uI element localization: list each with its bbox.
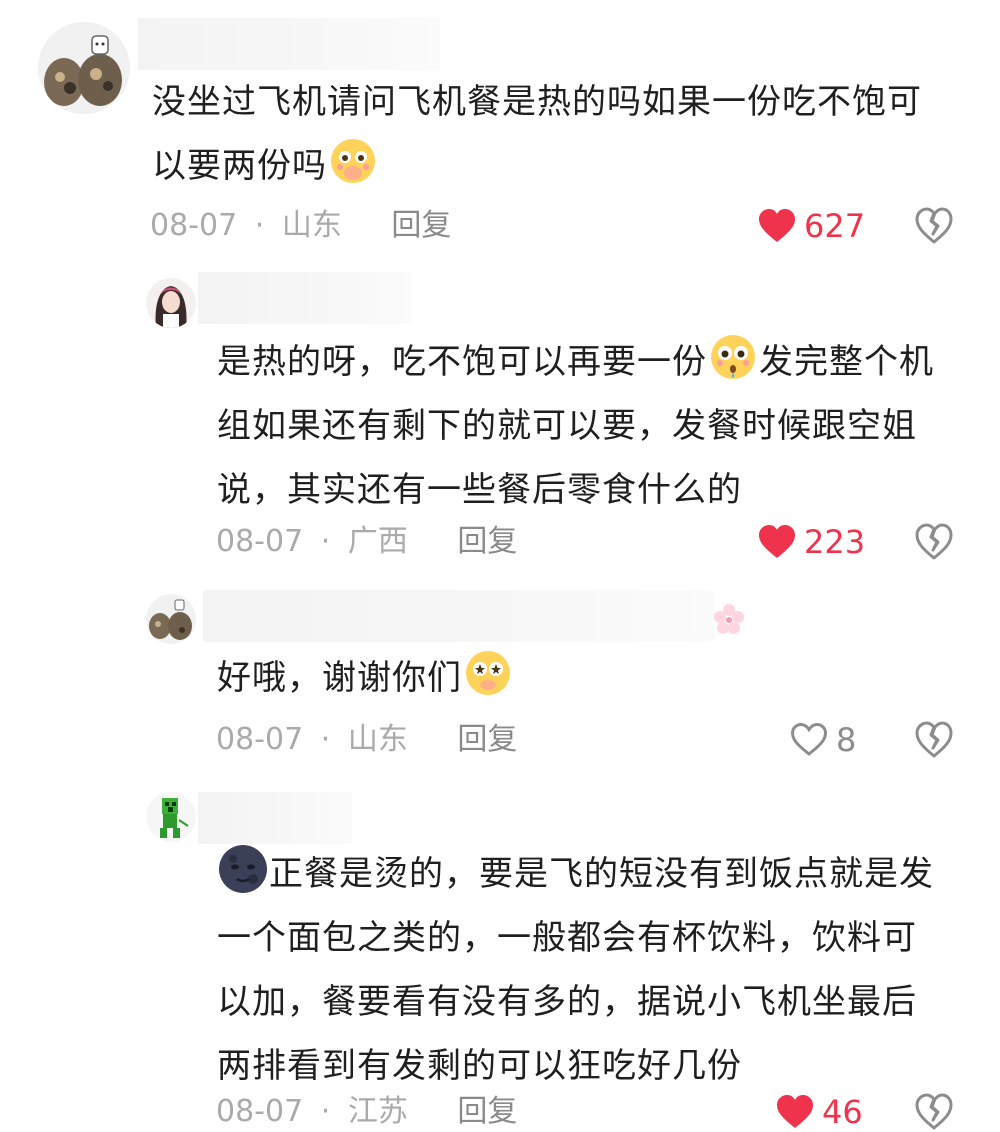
dark-moon-face-emoji-icon — [219, 845, 267, 893]
comment-date: 08-07 — [216, 524, 304, 559]
heart-filled-icon — [759, 209, 795, 242]
comment-text: 正餐是烫的，要是飞的短没有到饭点就是发 一个面包之类的，一般都会有杯饮料，饮料可… — [217, 842, 934, 1098]
reply-button[interactable]: 回复 — [457, 722, 517, 757]
meta-separator: · — [320, 524, 331, 559]
like-button[interactable]: 46 — [776, 1092, 863, 1132]
like-count: 8 — [836, 721, 857, 759]
username-redacted[interactable] — [138, 18, 440, 70]
sweat-face-emoji-icon — [711, 335, 755, 379]
like-button[interactable]: 627 — [758, 206, 865, 246]
comment-line: 没坐过飞机请问飞机餐是热的吗如果一份吃不饱可 — [152, 82, 922, 122]
comment-location: 广西 — [347, 524, 408, 559]
like-count: 627 — [804, 207, 866, 245]
comment-location: 山东 — [281, 208, 342, 243]
like-count: 46 — [822, 1093, 863, 1131]
reply-button[interactable]: 回复 — [457, 524, 517, 559]
sakura-icon — [714, 604, 744, 634]
heart-filled-icon — [777, 1095, 813, 1128]
comment-text: 好哦，谢谢你们 — [217, 646, 514, 710]
comment-date: 08-07 — [216, 1094, 304, 1129]
meta-separator: · — [320, 1094, 331, 1129]
username-redacted[interactable] — [198, 272, 412, 324]
comment-text: 没坐过飞机请问飞机餐是热的吗如果一份吃不饱可 以要两份吗 — [152, 70, 922, 198]
comment-meta: 08-07 · 山东 回复 — [150, 206, 451, 246]
comment-line: 说，其实还有一些餐后零食什么的 — [217, 470, 742, 510]
broken-heart-icon[interactable] — [914, 720, 954, 760]
comment-line: 以加，餐要看有没有多的，据说小飞机坐最后 — [217, 982, 917, 1022]
like-button[interactable]: 8 — [790, 720, 856, 760]
green-creeper-avatar[interactable] — [146, 792, 196, 842]
broken-heart-icon[interactable] — [914, 522, 954, 562]
reply-button[interactable]: 回复 — [391, 208, 451, 243]
heart-outline-icon — [790, 723, 828, 756]
starry-eyes-emoji-icon — [466, 651, 510, 695]
username-redacted[interactable] — [203, 590, 715, 642]
comment-line: 是热的呀，吃不饱可以再要一份 — [217, 342, 707, 382]
cat-collage-avatar[interactable] — [38, 22, 130, 114]
comment-date: 08-07 — [216, 722, 304, 757]
meta-separator: · — [320, 722, 331, 757]
comment-meta: 08-07 · 山东 回复 — [216, 720, 517, 760]
comment-line: 好哦，谢谢你们 — [217, 658, 462, 698]
comment-meta: 08-07 · 江苏 回复 — [216, 1092, 517, 1132]
meta-separator: · — [254, 208, 265, 243]
reply-button[interactable]: 回复 — [457, 1094, 517, 1129]
hopeful-face-emoji-icon — [331, 139, 375, 183]
broken-heart-icon[interactable] — [914, 1092, 954, 1132]
like-count: 223 — [804, 523, 866, 561]
like-button[interactable]: 223 — [758, 522, 865, 562]
cat-collage-avatar[interactable] — [146, 594, 196, 644]
comment-date: 08-07 — [150, 208, 238, 243]
comment-line: 正餐是烫的，要是飞的短没有到饭点就是发 — [269, 854, 934, 894]
comment-location: 江苏 — [347, 1094, 408, 1129]
comment-line: 发完整个机 — [759, 342, 934, 382]
comment-text: 是热的呀，吃不饱可以再要一份 发完整个机 组如果还有剩下的就可以要，发餐时候跟空姐… — [217, 330, 934, 522]
comment-line: 组如果还有剩下的就可以要，发餐时候跟空姐 — [217, 406, 917, 446]
anime-girl-avatar[interactable] — [146, 278, 196, 328]
comment-line: 一个面包之类的，一般都会有杯饮料，饮料可 — [217, 918, 917, 958]
username-redacted[interactable] — [198, 792, 352, 844]
comment-meta: 08-07 · 广西 回复 — [216, 522, 517, 562]
heart-filled-icon — [759, 525, 795, 558]
comment-location: 山东 — [347, 722, 408, 757]
comment-line: 两排看到有发剩的可以狂吃好几份 — [217, 1046, 742, 1086]
broken-heart-icon[interactable] — [914, 206, 954, 246]
comment-line: 以要两份吗 — [152, 146, 327, 186]
